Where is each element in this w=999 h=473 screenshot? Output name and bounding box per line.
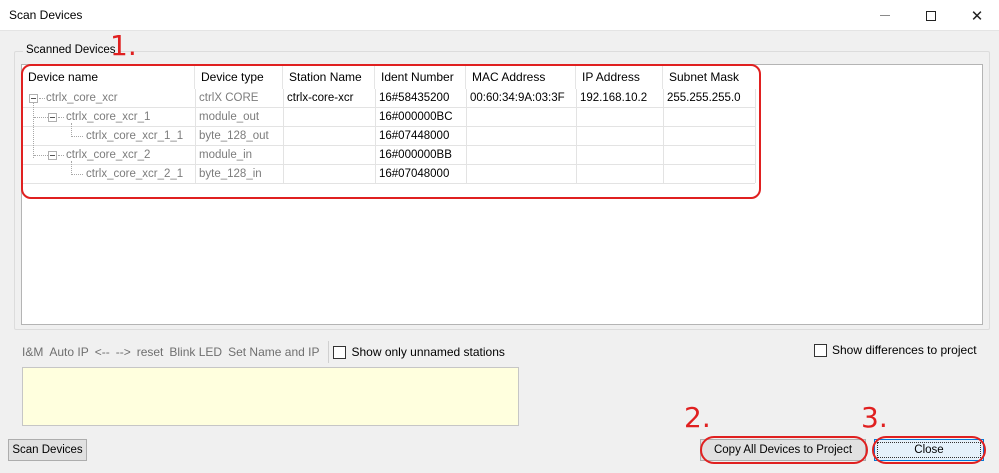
close-button[interactable]: Close — [874, 439, 984, 461]
annotation-number: 2. — [684, 401, 711, 434]
tree-line — [58, 155, 64, 156]
device-name-cell[interactable]: ctrlx_core_xcr_1_1 — [86, 127, 183, 146]
tree-collapse-icon[interactable] — [29, 94, 38, 103]
log-output[interactable] — [22, 367, 519, 426]
device-type-cell: byte_128_out — [199, 130, 269, 142]
tree-line — [58, 117, 64, 118]
col-station-name[interactable]: Station Name — [283, 65, 375, 89]
tree-line — [71, 174, 83, 175]
col-mac-address[interactable]: MAC Address — [466, 65, 576, 89]
grid-line — [283, 89, 284, 183]
reset-button[interactable]: reset — [136, 345, 169, 359]
device-list[interactable]: Device name Device type Station Name Ide… — [21, 64, 983, 325]
col-ip-address[interactable]: IP Address — [576, 65, 663, 89]
device-name-cell[interactable]: ctrlx_core_xcr_1 — [66, 108, 150, 127]
device-type-cell: module_out — [199, 111, 260, 123]
tree-line — [39, 98, 45, 99]
ident-number-cell: 16#000000BB — [379, 149, 452, 161]
annotation-number: 3. — [861, 401, 888, 434]
tree-collapse-icon[interactable] — [48, 151, 57, 160]
title-bar: Scan Devices ✕ — [0, 0, 999, 31]
ip-address-cell: 192.168.10.2 — [580, 92, 648, 104]
subnet-mask-cell: 255.255.255.0 — [667, 92, 741, 104]
col-subnet-mask[interactable]: Subnet Mask — [663, 65, 755, 89]
grid-line — [755, 89, 756, 183]
scan-devices-button[interactable]: Scan Devices — [8, 439, 87, 461]
differences-label: Show differences to project — [832, 343, 977, 357]
tree-collapse-icon[interactable] — [48, 113, 57, 122]
grid-line — [576, 89, 577, 183]
device-name-cell[interactable]: ctrlx_core_xcr_2 — [66, 146, 150, 165]
differences-option: Show differences to project — [814, 343, 977, 357]
group-legend: Scanned Devices — [23, 44, 119, 56]
window-title: Scan Devices — [9, 8, 83, 22]
im-button[interactable]: I&M — [21, 345, 48, 359]
minimize-icon[interactable] — [862, 0, 908, 31]
tree-line — [34, 117, 48, 118]
tree-line — [33, 103, 34, 158]
ident-number-cell: 16#07048000 — [379, 168, 450, 180]
close-icon[interactable]: ✕ — [954, 0, 999, 31]
copy-all-devices-button[interactable]: Copy All Devices to Project — [700, 439, 866, 461]
station-name-cell: ctrlx-core-xcr — [287, 92, 354, 104]
ident-number-cell: 16#07448000 — [379, 130, 450, 142]
unnamed-stations-checkbox[interactable] — [333, 345, 347, 359]
grid-line — [466, 89, 467, 183]
grid-line — [195, 89, 196, 183]
tree-line — [34, 155, 48, 156]
prev-button[interactable]: <-- — [94, 345, 115, 359]
col-device-type[interactable]: Device type — [195, 65, 283, 89]
unnamed-stations-label: Show only unnamed stations — [351, 345, 505, 359]
col-device-name[interactable]: Device name — [22, 65, 195, 89]
close-button-label: Close — [914, 444, 944, 456]
maximize-icon[interactable] — [908, 0, 954, 31]
tree-line — [71, 136, 83, 137]
device-name-cell[interactable]: ctrlx_core_xcr_2_1 — [86, 165, 183, 184]
col-ident-number[interactable]: Ident Number — [375, 65, 466, 89]
device-type-cell: byte_128_in — [199, 168, 262, 180]
set-name-ip-button[interactable]: Set Name and IP — [227, 345, 324, 359]
device-name-cell[interactable]: ctrlx_core_xcr — [46, 89, 118, 108]
ident-number-cell: 16#58435200 — [379, 92, 450, 104]
grid-line — [375, 89, 376, 183]
next-button[interactable]: --> — [115, 345, 136, 359]
grid-line — [663, 89, 664, 183]
mac-address-cell: 00:60:34:9A:03:3F — [470, 92, 565, 104]
ident-number-cell: 16#000000BC — [379, 111, 453, 123]
blink-led-button[interactable]: Blink LED — [168, 345, 227, 359]
device-type-cell: module_in — [199, 149, 253, 161]
differences-checkbox[interactable] — [814, 343, 827, 357]
auto-ip-button[interactable]: Auto IP — [48, 345, 93, 359]
toolbar-separator — [328, 341, 330, 363]
device-type-cell: ctrlX CORE — [199, 92, 259, 104]
device-toolbar: I&M Auto IP <-- --> reset Blink LED Set … — [21, 341, 505, 363]
